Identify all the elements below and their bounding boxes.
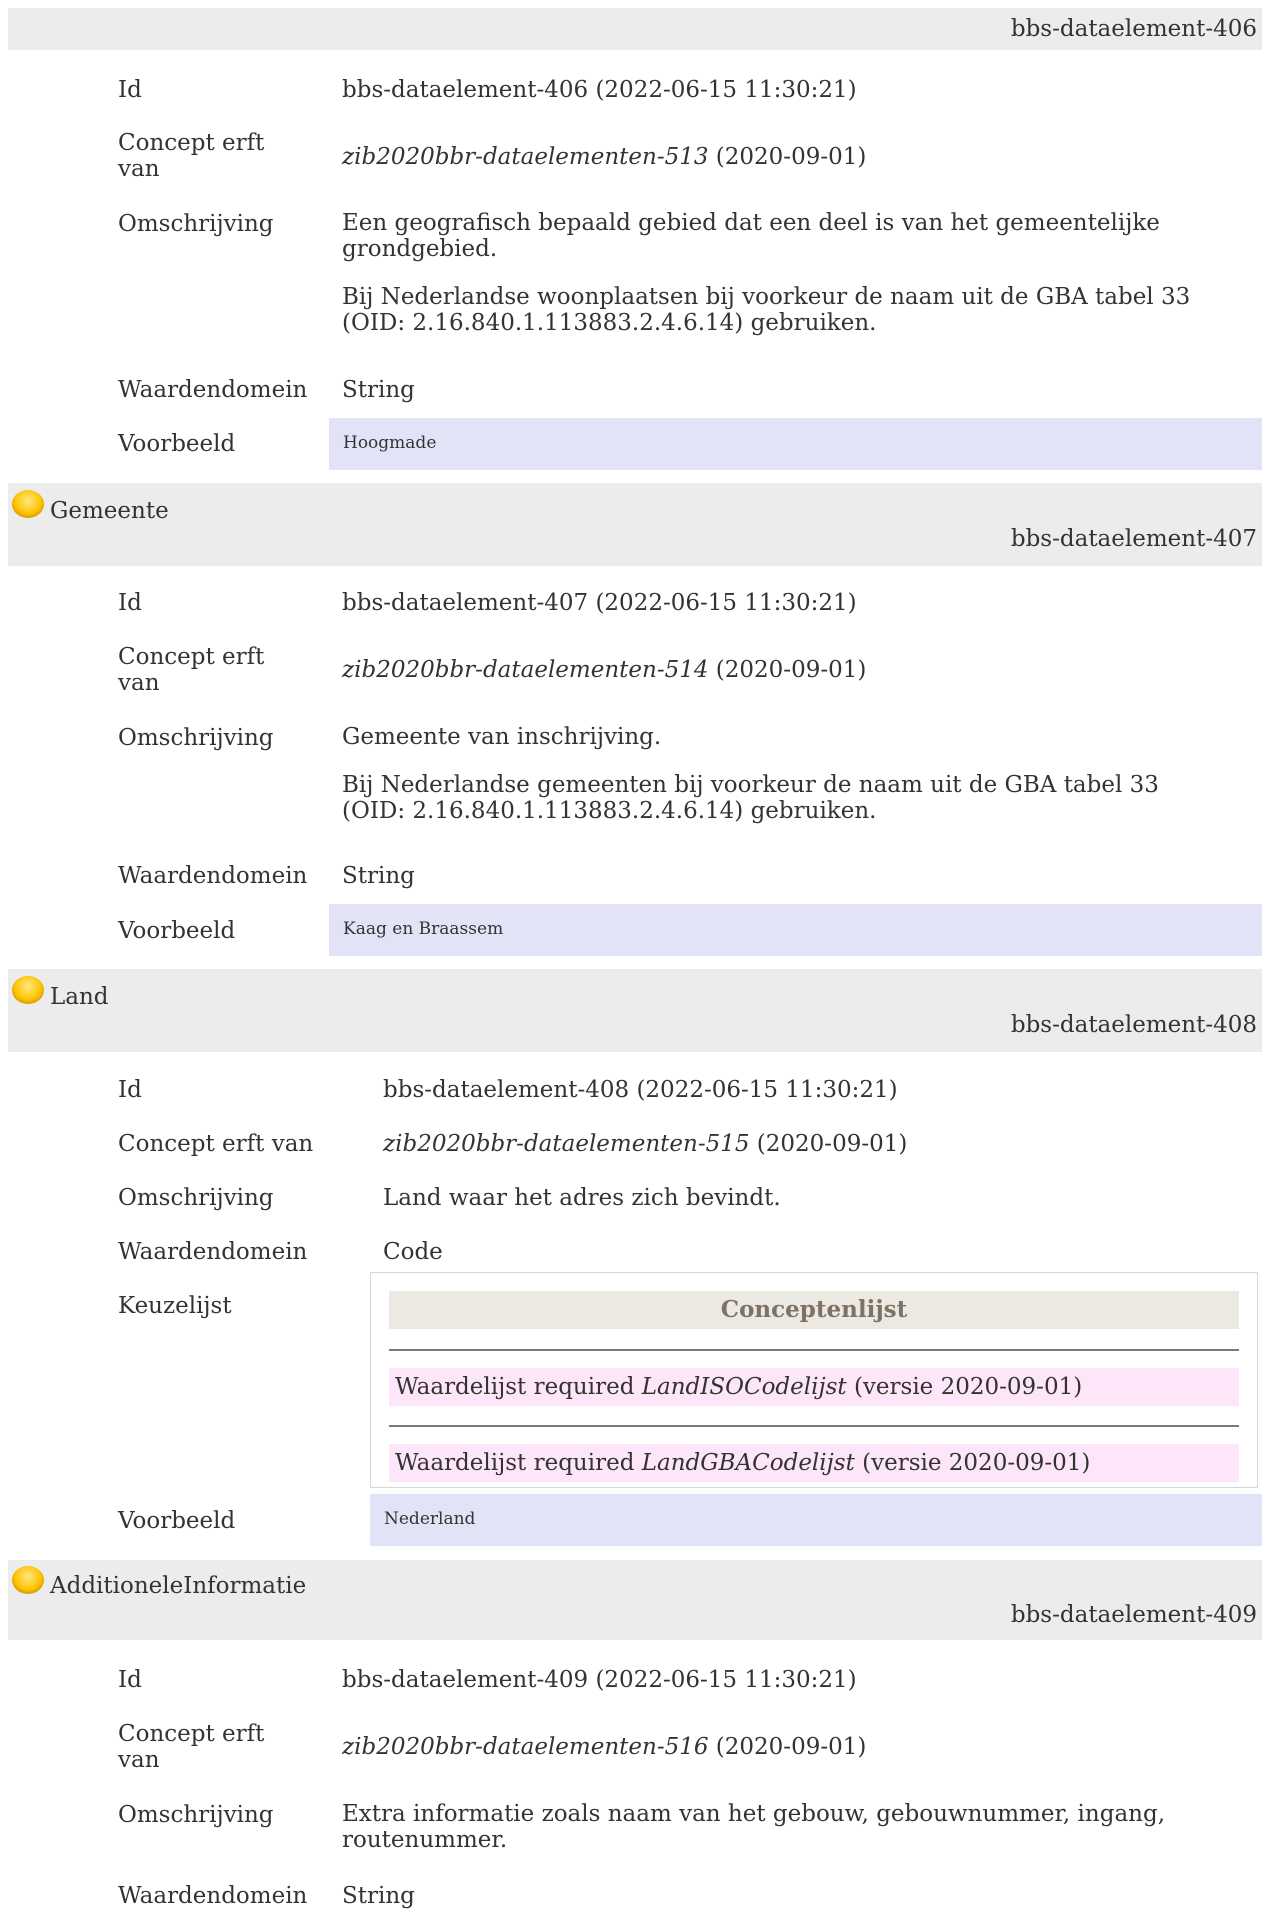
value-set-link[interactable]: LandISOCodelijst [642, 1374, 847, 1400]
value-set-version: (versie 2020-09-01) [862, 1450, 1091, 1476]
inherit-label: Concept erft van [118, 130, 264, 182]
example-label: Voorbeeld [118, 431, 236, 457]
divider [389, 1349, 1239, 1351]
example-value: Hoogmade [343, 433, 437, 453]
example-box: Hoogmade [329, 418, 1262, 470]
section-title[interactable]: Gemeente [50, 498, 169, 524]
description-p1-line2: grondgebied. [342, 236, 498, 262]
id-label: Id [118, 1667, 142, 1693]
inherit-date: (2020-09-01) [715, 144, 867, 170]
description-value: Extra informatie zoals naam van het gebo… [342, 1801, 1165, 1853]
dataelement-id-badge: bbs-dataelement-409 [1010, 1602, 1257, 1628]
value-domain-label: Waardendomein [118, 377, 308, 403]
description-label: Omschrijving [118, 211, 274, 237]
value-set-row: Waardelijst required LandISOCodelijst (v… [389, 1368, 1239, 1406]
yellow-circle-bullet-icon [12, 490, 44, 518]
yellow-circle-bullet-icon [12, 976, 44, 1004]
inherit-date: (2020-09-01) [715, 657, 867, 683]
dataelement-id-badge: bbs-dataelement-406 [1010, 16, 1257, 42]
concept-list-header: Conceptenlijst [389, 1291, 1239, 1329]
value-domain-label: Waardendomein [118, 1883, 308, 1909]
value-domain-value: String [342, 863, 415, 889]
value-set-prefix: Waardelijst required [395, 1450, 635, 1476]
id-label: Id [118, 1077, 142, 1103]
value-set-version: (versie 2020-09-01) [853, 1374, 1083, 1400]
example-value: Kaag en Braassem [343, 919, 504, 939]
inherit-date: (2020-09-01) [756, 1131, 908, 1157]
yellow-circle-bullet-icon [12, 1566, 44, 1594]
inherit-value: zib2020bbr-dataelementen-514 (2020-09-01… [342, 656, 866, 684]
inherit-ref-link[interactable]: zib2020bbr-dataelementen-514 [342, 657, 708, 683]
dataelement-id-badge: bbs-dataelement-408 [1010, 1012, 1257, 1038]
id-value: bbs-dataelement-407 (2022-06-15 11:30:21… [342, 590, 857, 616]
id-label: Id [118, 77, 142, 103]
value-domain-label: Waardendomein [118, 863, 308, 889]
inherit-date: (2020-09-01) [715, 1734, 867, 1760]
inherit-label-line2: van [118, 156, 160, 182]
inherit-label: Concept erft van [118, 1721, 264, 1773]
description-label: Omschrijving [118, 1185, 274, 1211]
section-title[interactable]: AdditioneleInformatie [50, 1573, 306, 1599]
section-header-407: Gemeente bbs-dataelement-407 [8, 483, 1262, 566]
description-p1-line1: Een geografisch bepaald gebied dat een d… [342, 210, 1160, 236]
description-value: Een geografisch bepaald gebied dat een d… [342, 210, 1190, 336]
choice-list-label: Keuzelijst [118, 1293, 232, 1319]
value-set-row: Waardelijst required LandGBACodelijst (v… [389, 1444, 1239, 1482]
inherit-label: Concept erft van [118, 1131, 314, 1157]
inherit-label: Concept erft van [118, 644, 264, 696]
description-p1-line1: Gemeente van inschrijving. [342, 724, 662, 750]
description-p2-line1: Bij Nederlandse gemeenten bij voorkeur d… [342, 772, 1159, 798]
inherit-label-line1: Concept erft [118, 130, 265, 156]
value-domain-label: Waardendomein [118, 1239, 308, 1265]
example-label: Voorbeeld [118, 1508, 236, 1534]
id-value: bbs-dataelement-409 (2022-06-15 11:30:21… [342, 1667, 857, 1693]
divider [389, 1425, 1239, 1427]
inherit-value: zib2020bbr-dataelementen-513 (2020-09-01… [342, 143, 866, 171]
value-domain-value: String [342, 1883, 415, 1909]
dataelement-id-badge: bbs-dataelement-407 [1010, 526, 1257, 552]
inherit-label-line2: van [118, 670, 160, 696]
description-label: Omschrijving [118, 725, 274, 751]
value-set-link[interactable]: LandGBACodelijst [642, 1450, 855, 1476]
description-value: Land waar het adres zich bevindt. [383, 1185, 781, 1211]
description-p2-line2: (OID: 2.16.840.1.113883.2.4.6.14) gebrui… [342, 798, 877, 824]
value-set-prefix: Waardelijst required [395, 1374, 635, 1400]
section-title[interactable]: Land [50, 984, 109, 1010]
example-box: Nederland [370, 1494, 1262, 1546]
id-label: Id [118, 590, 142, 616]
inherit-value: zib2020bbr-dataelementen-515 (2020-09-01… [383, 1130, 907, 1158]
inherit-label-line1: Concept erft [118, 644, 265, 670]
example-label: Voorbeeld [118, 918, 236, 944]
inherit-ref-link[interactable]: zib2020bbr-dataelementen-515 [383, 1131, 749, 1157]
value-domain-value: Code [383, 1239, 443, 1265]
value-domain-value: String [342, 377, 415, 403]
inherit-ref-link[interactable]: zib2020bbr-dataelementen-516 [342, 1734, 708, 1760]
description-p1-line1: Extra informatie zoals naam van het gebo… [342, 1801, 1166, 1827]
example-value: Nederland [384, 1509, 476, 1529]
description-p2-line2: (OID: 2.16.840.1.113883.2.4.6.14) gebrui… [342, 310, 877, 336]
section-header-409: AdditioneleInformatie bbs-dataelement-40… [8, 1560, 1262, 1640]
section-header-408: Land bbs-dataelement-408 [8, 969, 1262, 1052]
inherit-label-line2: van [118, 1747, 160, 1773]
id-value: bbs-dataelement-406 (2022-06-15 11:30:21… [342, 77, 857, 103]
description-p2-line1: Bij Nederlandse woonplaatsen bij voorkeu… [342, 284, 1191, 310]
inherit-ref-link[interactable]: zib2020bbr-dataelementen-513 [342, 144, 708, 170]
section-header-406: bbs-dataelement-406 [8, 8, 1262, 50]
description-value: Gemeente van inschrijving. Bij Nederland… [342, 724, 1159, 824]
description-p1-line2: routenummer. [342, 1827, 508, 1853]
example-box: Kaag en Braassem [329, 904, 1262, 956]
inherit-value: zib2020bbr-dataelementen-516 (2020-09-01… [342, 1733, 866, 1761]
id-value: bbs-dataelement-408 (2022-06-15 11:30:21… [383, 1077, 898, 1103]
inherit-label-line1: Concept erft [118, 1721, 265, 1747]
concept-list-box: Conceptenlijst Waardelijst required Land… [370, 1272, 1258, 1488]
description-label: Omschrijving [118, 1802, 274, 1828]
